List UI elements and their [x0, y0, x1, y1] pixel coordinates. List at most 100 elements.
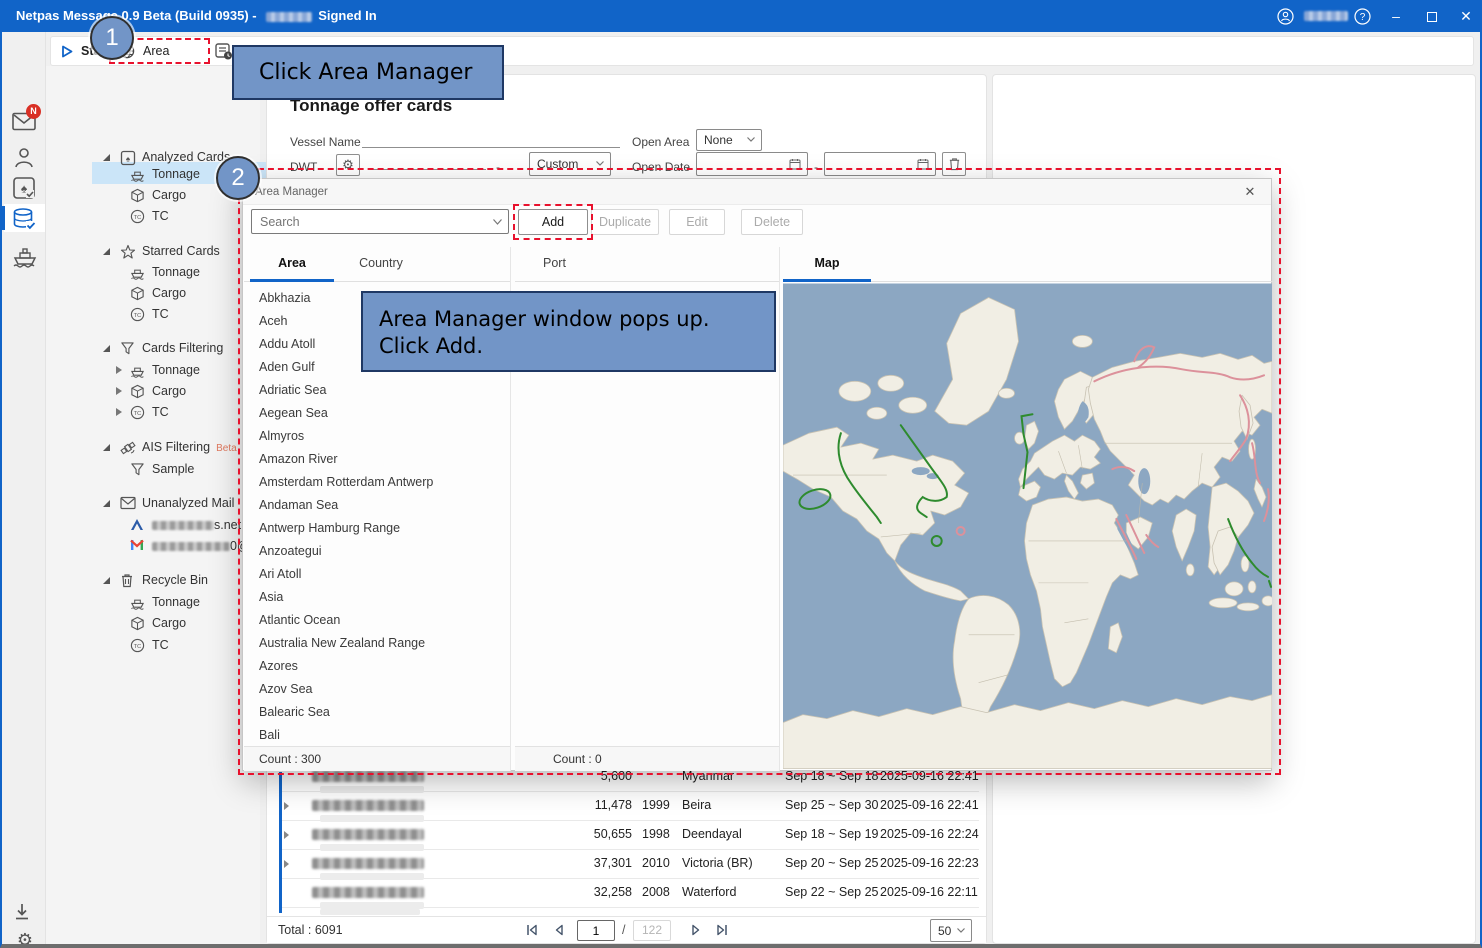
cell-year: 2008 — [642, 885, 670, 899]
tree-label: Tonnage — [152, 167, 200, 181]
mail-account-label: s.net — [152, 518, 251, 532]
tree-label: Cargo — [152, 384, 186, 398]
card-log-icon[interactable] — [215, 37, 233, 65]
table-row[interactable]: 32,258 2008 Waterford Sep 22 ~ Sep 25 20… — [280, 879, 979, 908]
row-expand-icon[interactable] — [284, 860, 289, 868]
tree-label: Sample — [152, 462, 194, 476]
cell-dwt: 37,301 — [562, 856, 632, 870]
tree-label: Cargo — [152, 616, 186, 630]
total-count: Total : 6091 — [278, 923, 343, 937]
collapsed-icon[interactable] — [116, 387, 122, 395]
cell-port: Victoria (BR) — [682, 856, 753, 870]
analyzed-cards-icon: ♠ — [120, 150, 136, 166]
table-row[interactable]: 11,478 1999 Beira Sep 25 ~ Sep 30 2025-0… — [280, 792, 979, 821]
row-expand-icon[interactable] — [284, 802, 289, 810]
pagination-bar: Total : 6091 / 122 50 — [267, 916, 986, 943]
svg-text:TC: TC — [134, 411, 141, 417]
collapsed-icon[interactable] — [116, 366, 122, 374]
tree-label: TC — [152, 638, 169, 652]
help-icon[interactable]: ? — [1348, 0, 1376, 32]
beta-tag: Beta — [216, 443, 237, 454]
tree-label: Cards Filtering — [142, 341, 223, 355]
redacted-vessel-name — [312, 829, 424, 840]
analyzed-cards-database-icon[interactable] — [12, 208, 38, 232]
first-page-button[interactable] — [525, 923, 541, 938]
next-page-button[interactable] — [689, 923, 705, 938]
annotation-box-dialog — [238, 168, 1281, 775]
tree-label: Cargo — [152, 286, 186, 300]
window-title: Netpas Message 0.9 Beta (Build 0935) - S… — [16, 0, 377, 32]
table-accent-bar — [279, 772, 282, 913]
active-rail-indicator — [2, 206, 5, 230]
redacted-email — [152, 542, 230, 551]
step-1-badge: 1 — [90, 16, 134, 60]
envelope-icon — [120, 496, 136, 512]
svg-text:TC: TC — [134, 313, 141, 319]
callout-step1: Click Area Manager — [232, 45, 504, 100]
play-icon — [61, 45, 73, 58]
table-row[interactable]: 50,655 1998 Deendayal Sep 18 ~ Sep 19 20… — [280, 821, 979, 850]
tc-circle-icon: TC — [130, 307, 146, 323]
cell-updated: 2025-09-16 22:11 — [880, 885, 978, 899]
cell-laycan: Sep 18 ~ Sep 19 — [785, 827, 878, 841]
open-area-select[interactable]: None — [696, 129, 762, 151]
expanded-icon[interactable] — [103, 500, 110, 507]
row-expand-icon[interactable] — [284, 831, 289, 839]
tonnage-ship-icon — [130, 167, 146, 183]
callout-line: Click Add. — [379, 333, 774, 360]
cell-updated: 2025-09-16 22:41 — [880, 798, 979, 812]
tree-label: Tonnage — [152, 363, 200, 377]
tree-label: Unanalyzed Mail — [142, 496, 234, 510]
ship-icon[interactable] — [12, 244, 38, 268]
settings-gear-icon[interactable]: ⚙ — [12, 930, 38, 948]
redacted-subline — [320, 909, 420, 915]
page-number-input[interactable] — [577, 920, 615, 941]
page-separator: / — [622, 923, 625, 937]
mail-provider-logo — [130, 518, 146, 534]
cards-icon[interactable]: ♠ — [12, 176, 38, 200]
expanded-icon[interactable] — [103, 248, 110, 255]
expanded-icon[interactable] — [103, 345, 110, 352]
svg-text:TC: TC — [134, 215, 141, 221]
cell-port: Beira — [682, 798, 711, 812]
tonnage-ship-icon — [130, 363, 146, 379]
app-window: Netpas Message 0.9 Beta (Build 0935) - S… — [0, 0, 1482, 948]
expanded-icon[interactable] — [103, 444, 110, 451]
cell-laycan: Sep 22 ~ Sep 25 — [785, 885, 878, 899]
filter-icon — [120, 341, 136, 357]
expanded-icon[interactable] — [103, 154, 110, 161]
titlebar: Netpas Message 0.9 Beta (Build 0935) - S… — [2, 0, 1480, 32]
last-page-button[interactable] — [715, 923, 731, 938]
callout-line: Area Manager window pops up. — [379, 306, 774, 333]
contacts-icon[interactable] — [12, 146, 38, 170]
cargo-box-icon — [130, 616, 146, 632]
page-size-select[interactable]: 50 — [930, 919, 972, 942]
satellite-icon — [120, 440, 136, 456]
expanded-icon[interactable] — [103, 577, 110, 584]
tree-label: TC — [152, 307, 169, 321]
table-row[interactable]: 37,301 2010 Victoria (BR) Sep 20 ~ Sep 2… — [280, 850, 979, 879]
chevron-down-icon — [747, 137, 755, 142]
tc-circle-icon: TC — [130, 638, 146, 654]
download-icon[interactable] — [12, 902, 38, 926]
tree-label: Starred Cards — [142, 244, 220, 258]
cell-port: Waterford — [682, 885, 736, 899]
cell-port: Deendayal — [682, 827, 742, 841]
tree-label: TC — [152, 209, 169, 223]
cell-updated: 2025-09-16 22:23 — [880, 856, 979, 870]
cell-year: 1999 — [642, 798, 670, 812]
tc-circle-icon: TC — [130, 405, 146, 421]
cell-dwt: 11,478 — [562, 798, 632, 812]
redacted-username — [266, 12, 312, 22]
cell-year: 1998 — [642, 827, 670, 841]
tree-label: Tonnage — [152, 265, 200, 279]
account-icon[interactable] — [1274, 0, 1296, 32]
prev-page-button[interactable] — [552, 923, 568, 938]
maximize-button[interactable] — [1414, 0, 1450, 32]
collapsed-icon[interactable] — [116, 408, 122, 416]
close-button[interactable]: ✕ — [1450, 0, 1482, 32]
minimize-button[interactable]: – — [1378, 0, 1414, 32]
vessel-name-input[interactable] — [362, 130, 620, 148]
open-area-label: Open Area — [632, 135, 689, 149]
left-rail: N ♠ ⚙ — [2, 32, 46, 944]
